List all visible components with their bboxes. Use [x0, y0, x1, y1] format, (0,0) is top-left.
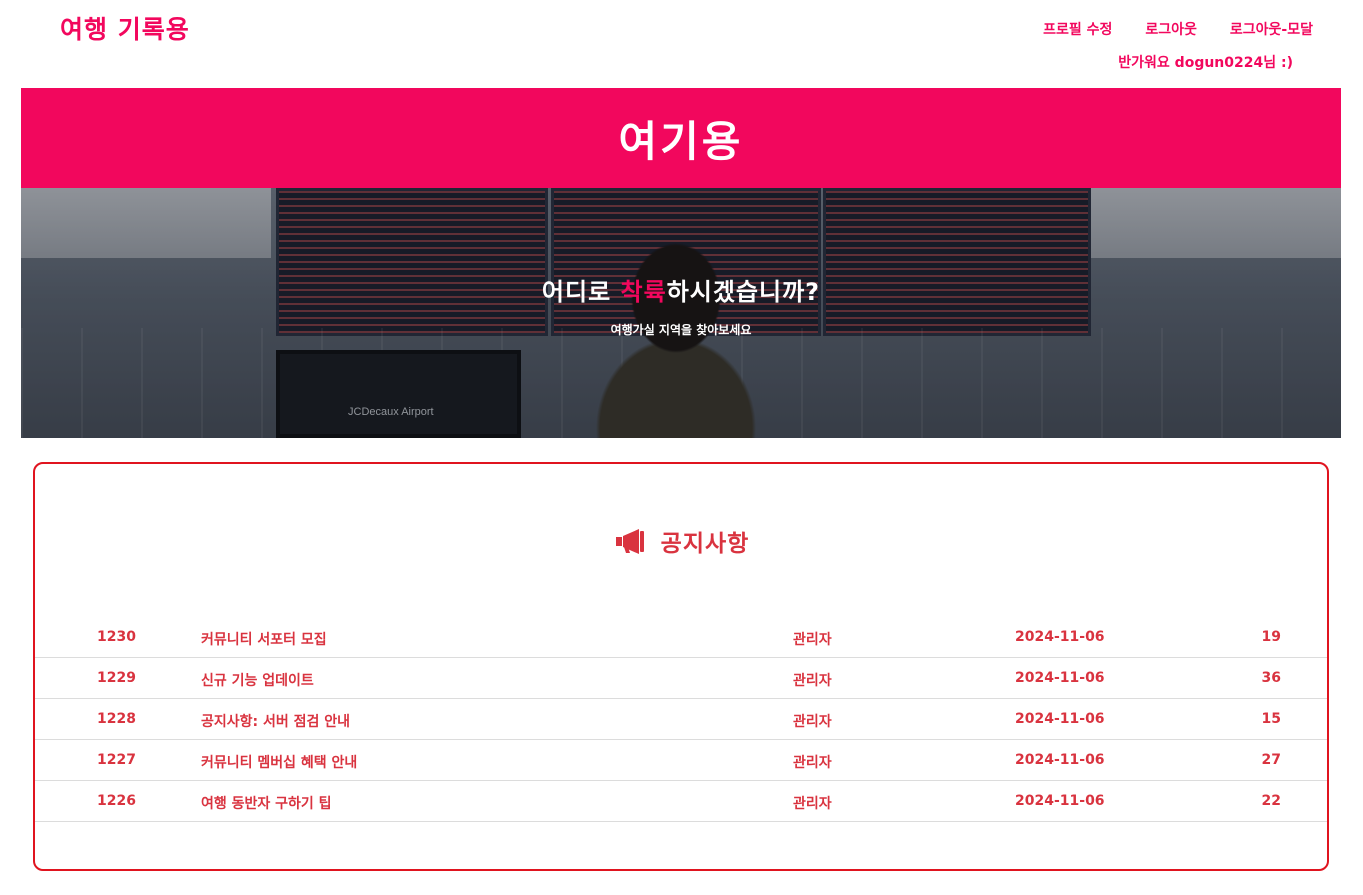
notice-views: 27	[1261, 752, 1281, 768]
notice-header: 공지사항	[35, 524, 1327, 558]
nav-logout-link[interactable]: 로그아웃	[1145, 19, 1197, 39]
notice-title-link[interactable]: 커뮤니티 서포터 모집	[201, 629, 327, 649]
hero-heading-post: 하시겠습니까?	[666, 278, 821, 306]
notice-date: 2024-11-06	[1015, 670, 1105, 686]
hero-heading-pre: 어디로	[541, 278, 621, 306]
notice-number: 1226	[97, 793, 136, 809]
notice-date: 2024-11-06	[1015, 752, 1105, 768]
notice-title: 공지사항	[660, 531, 750, 557]
user-greeting: 반가워요 dogun0224님 :)	[1118, 55, 1293, 71]
hero-heading: 어디로 착륙하시겠습니까?	[21, 272, 1341, 307]
notice-list: 1230 커뮤니티 서포터 모집 관리자 2024-11-06 19 1229 …	[35, 617, 1327, 822]
notice-views: 22	[1261, 793, 1281, 809]
notice-number: 1227	[97, 752, 136, 768]
notice-views: 15	[1261, 711, 1281, 727]
hero-subheading: 여행가실 지역을 찾아보세요	[610, 323, 752, 337]
megaphone-icon	[615, 529, 644, 554]
notice-number: 1229	[97, 670, 136, 686]
notice-date: 2024-11-06	[1015, 793, 1105, 809]
banner: 여기용	[21, 88, 1341, 188]
notice-author: 관리자	[793, 755, 832, 771]
notice-title-link[interactable]: 커뮤니티 멤버십 혜택 안내	[201, 752, 357, 772]
nav-logout-modal-link[interactable]: 로그아웃-모달	[1230, 19, 1313, 39]
notice-author: 관리자	[793, 796, 832, 812]
banner-title: 여기용	[618, 116, 744, 166]
notice-title-link[interactable]: 공지사항: 서버 점검 안내	[201, 711, 350, 731]
nav-edit-profile-link[interactable]: 프로필 수정	[1043, 19, 1112, 39]
notice-number: 1230	[97, 629, 136, 645]
notice-row[interactable]: 1228 공지사항: 서버 점검 안내 관리자 2024-11-06 15	[35, 699, 1327, 740]
notice-date: 2024-11-06	[1015, 711, 1105, 727]
top-bar: 여행 기록용 프로필 수정 로그아웃 로그아웃-모달 반가워요 dogun022…	[0, 0, 1363, 88]
notice-board: 공지사항 1230 커뮤니티 서포터 모집 관리자 2024-11-06 19 …	[33, 462, 1329, 871]
notice-row[interactable]: 1226 여행 동반자 구하기 팁 관리자 2024-11-06 22	[35, 781, 1327, 822]
notice-title-link[interactable]: 여행 동반자 구하기 팁	[201, 793, 332, 813]
notice-row[interactable]: 1227 커뮤니티 멤버십 혜택 안내 관리자 2024-11-06 27	[35, 740, 1327, 781]
notice-views: 19	[1261, 629, 1281, 645]
notice-author: 관리자	[793, 714, 832, 730]
site-logo[interactable]: 여행 기록용	[60, 10, 190, 46]
notice-views: 36	[1261, 670, 1281, 686]
hero-image: JCDecaux Airport 어디로 착륙하시겠습니까? 여행가실 지역을 …	[21, 188, 1341, 438]
notice-author: 관리자	[793, 632, 832, 648]
notice-number: 1228	[97, 711, 136, 727]
notice-title-link[interactable]: 신규 기능 업데이트	[201, 670, 314, 690]
notice-row[interactable]: 1230 커뮤니티 서포터 모집 관리자 2024-11-06 19	[35, 617, 1327, 658]
notice-row[interactable]: 1229 신규 기능 업데이트 관리자 2024-11-06 36	[35, 658, 1327, 699]
top-nav: 프로필 수정 로그아웃 로그아웃-모달	[1043, 19, 1313, 39]
notice-date: 2024-11-06	[1015, 629, 1105, 645]
notice-author: 관리자	[793, 673, 832, 689]
hero-heading-accent: 착륙	[620, 278, 667, 306]
hero-text: 어디로 착륙하시겠습니까? 여행가실 지역을 찾아보세요	[21, 272, 1341, 338]
